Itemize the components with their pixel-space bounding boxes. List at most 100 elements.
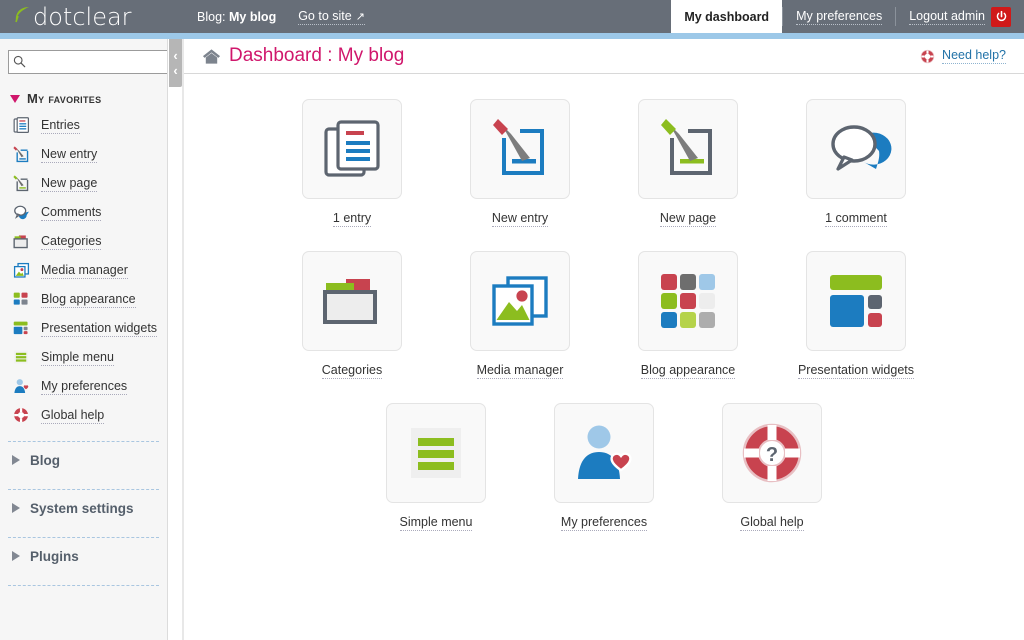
dashboard-item-comments-label: 1 comment — [825, 211, 887, 227]
presentation-widgets-icon — [10, 319, 32, 339]
sidebar-item-my-preferences[interactable]: My preferences — [0, 372, 167, 401]
tab-my-dashboard[interactable]: My dashboard — [671, 0, 782, 33]
chevron-right-icon — [12, 455, 20, 465]
sidebar-item-categories[interactable]: Categories — [0, 227, 167, 256]
chevron-right-icon — [12, 551, 20, 561]
sidebar-section-system-settings[interactable]: System settings — [0, 490, 167, 526]
blog-appearance-icon — [638, 251, 738, 351]
sidebar-item-media-manager[interactable]: Media manager — [0, 256, 167, 285]
media-manager-icon — [470, 251, 570, 351]
dashboard-item-new-entry-label: New entry — [492, 211, 548, 227]
new-page-icon — [638, 99, 738, 199]
search-input[interactable] — [8, 50, 168, 74]
chevron-right-icon — [12, 503, 20, 513]
dashboard-item-new-page[interactable]: New page — [604, 99, 772, 227]
need-help-link[interactable]: Need help? — [920, 48, 1006, 64]
new-entry-icon — [470, 99, 570, 199]
new-page-icon — [10, 174, 32, 194]
dashboard-item-simple-menu[interactable]: Simple menu — [352, 403, 520, 531]
dashboard-item-global-help[interactable]: ? Global help — [688, 403, 856, 531]
sidebar-item-entries[interactable]: Entries — [0, 111, 167, 140]
dashboard-item-entries-label: 1 entry — [333, 211, 371, 227]
dashboard-item-new-entry[interactable]: New entry — [436, 99, 604, 227]
go-to-site-label: Go to site — [298, 9, 352, 23]
favorites-title: My favorites — [27, 91, 101, 106]
comments-icon — [10, 203, 32, 223]
sidebar-section-plugins[interactable]: Plugins — [0, 538, 167, 574]
my-preferences-icon — [10, 377, 32, 397]
main-content: Dashboard : My blog Need help? — [184, 39, 1024, 640]
dashboard-item-blog-appearance[interactable]: Blog appearance — [604, 251, 772, 379]
new-entry-icon — [10, 145, 32, 165]
need-help-label: Need help? — [942, 48, 1006, 64]
dashboard-item-my-preferences[interactable]: My preferences — [520, 403, 688, 531]
tab-my-preferences-label: My preferences — [796, 9, 882, 25]
sidebar-item-global-help-label: Global help — [41, 408, 104, 424]
favorites-header[interactable]: My favorites — [10, 91, 167, 106]
dashboard-item-my-preferences-label: My preferences — [561, 515, 647, 531]
sidebar-item-blog-appearance[interactable]: Blog appearance — [0, 285, 167, 314]
sidebar: OK My favorites Entries — [0, 39, 168, 640]
svg-text:?: ? — [766, 444, 778, 466]
sidebar-item-entries-label: Entries — [41, 118, 80, 134]
logout-link[interactable]: Logout admin — [896, 0, 1024, 33]
global-help-icon: ? — [722, 403, 822, 503]
sidebar-item-simple-menu[interactable]: Simple menu — [0, 343, 167, 372]
tab-my-dashboard-label: My dashboard — [684, 10, 769, 24]
logo-text: dotclear — [33, 5, 132, 29]
search-form: OK — [8, 50, 159, 74]
blog-indicator: Blog: My blog — [197, 10, 276, 24]
sidebar-item-new-page-label: New page — [41, 176, 97, 192]
sidebar-divider — [8, 585, 159, 586]
entries-icon — [10, 116, 32, 136]
blog-appearance-icon — [10, 290, 32, 310]
dashboard-row-3: Simple menu My preferences — [184, 403, 1024, 531]
chevron-left-icon-2: ‹ — [173, 63, 177, 78]
dashboard-row-2: Categories Media manager — [184, 251, 1024, 379]
dashboard-item-categories[interactable]: Categories — [268, 251, 436, 379]
categories-icon — [10, 232, 32, 252]
home-icon — [202, 47, 221, 66]
sidebar-section-blog-label: Blog — [30, 453, 60, 468]
sidebar-item-comments[interactable]: Comments — [0, 198, 167, 227]
sidebar-section-system-settings-label: System settings — [30, 501, 134, 516]
sidebar-item-comments-label: Comments — [41, 205, 101, 221]
dashboard-item-comments[interactable]: 1 comment — [772, 99, 940, 227]
tab-my-preferences[interactable]: My preferences — [783, 0, 895, 33]
dashboard-item-presentation-widgets-label: Presentation widgets — [798, 363, 914, 379]
external-link-icon: ↗ — [356, 11, 365, 23]
sidebar-item-categories-label: Categories — [41, 234, 101, 250]
page-title: Dashboard : My blog — [229, 45, 404, 67]
dashboard-item-media-manager[interactable]: Media manager — [436, 251, 604, 379]
sidebar-item-presentation-widgets-label: Presentation widgets — [41, 321, 157, 337]
logo[interactable]: dotclear — [0, 5, 185, 29]
dashboard-item-entries[interactable]: 1 entry — [268, 99, 436, 227]
entries-icon — [302, 99, 402, 199]
sidebar-collapse-handle[interactable]: ‹ ‹ — [169, 39, 182, 87]
logout-label: Logout admin — [909, 9, 985, 25]
sidebar-item-presentation-widgets[interactable]: Presentation widgets — [0, 314, 167, 343]
sidebar-item-new-page[interactable]: New page — [0, 169, 167, 198]
sidebar-item-global-help[interactable]: Global help — [0, 401, 167, 430]
media-manager-icon — [10, 261, 32, 281]
dashboard-icon-grid: 1 entry New entry — [184, 74, 1024, 531]
dashboard-item-global-help-label: Global help — [740, 515, 803, 531]
dashboard-item-presentation-widgets[interactable]: Presentation widgets — [772, 251, 940, 379]
power-icon[interactable] — [991, 7, 1011, 27]
top-header-bar: dotclear Blog: My blog Go to site ↗ My da… — [0, 0, 1024, 33]
sidebar-item-media-manager-label: Media manager — [41, 263, 128, 279]
sidebar-section-blog[interactable]: Blog — [0, 442, 167, 478]
dashboard-item-simple-menu-label: Simple menu — [400, 515, 473, 531]
dashboard-item-blog-appearance-label: Blog appearance — [641, 363, 736, 379]
my-preferences-icon — [554, 403, 654, 503]
simple-menu-icon — [386, 403, 486, 503]
go-to-site-link[interactable]: Go to site ↗ — [298, 9, 365, 25]
top-nav: My dashboard My preferences Logout admin — [671, 0, 1024, 33]
search-field-wrapper — [8, 50, 168, 74]
leaf-icon — [12, 5, 32, 25]
page-header: Dashboard : My blog Need help? — [184, 39, 1024, 74]
sidebar-item-new-entry[interactable]: New entry — [0, 140, 167, 169]
lifebuoy-icon — [920, 49, 935, 64]
categories-icon — [302, 251, 402, 351]
dashboard-item-categories-label: Categories — [322, 363, 382, 379]
